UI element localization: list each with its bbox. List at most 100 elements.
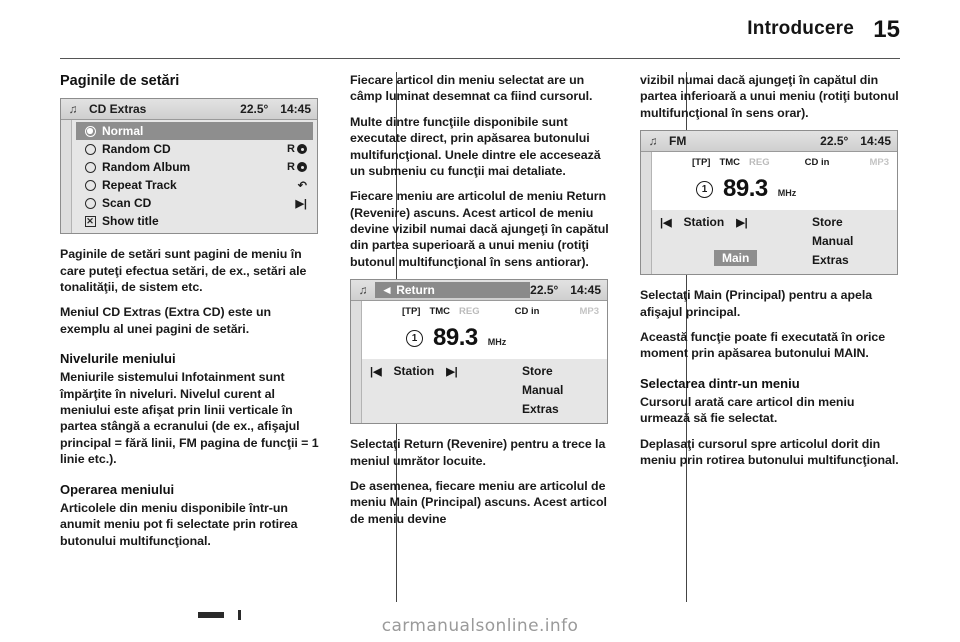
paragraph-visible-bottom: vizibil numai dacă ajungeţi în capătul d… <box>640 73 899 120</box>
menu-item-show-title[interactable]: ✕ Show title <box>76 212 313 230</box>
menu-item-label: Repeat Track <box>102 178 177 193</box>
menu-item-extras[interactable]: Extras <box>812 251 897 269</box>
right-column: vizibil numai dacă ajungeţi în capătul d… <box>640 72 900 602</box>
preset-number: 1 <box>406 329 423 347</box>
subheading-menu-selection: Selectarea dintr-un meniu <box>640 375 800 391</box>
status-cd-in: CD in <box>514 306 540 318</box>
radio-menu-right: Store Manual Extras <box>812 213 897 269</box>
disc-icon <box>297 162 307 173</box>
frequency-value: 89.3 <box>723 175 768 203</box>
paragraph-return-item-3: Fiecare meniu are articolul de meniu Ret… <box>350 189 609 269</box>
cd-extras-menu-list: Normal Random CD R Random Album R Repeat… <box>72 120 317 233</box>
display-titlebar: ♫ FM 22.5° 14:45 <box>641 131 897 153</box>
menu-item-random-cd[interactable]: Random CD R <box>76 140 313 158</box>
display-clock: 14:45 <box>860 134 891 149</box>
status-mp3: MP3 <box>579 306 599 318</box>
section-heading-settings-pages: Paginile de setări <box>60 73 180 89</box>
menu-item-repeat-track[interactable]: Repeat Track ↶ <box>76 176 313 194</box>
status-tp: [TP] <box>692 157 711 169</box>
paragraph-main-button: Această funcţie poate fi executată în or… <box>640 329 886 361</box>
menu-item-label: Scan CD <box>102 196 152 211</box>
paragraph-menu-levels-1: Meniurile sistemului Infotainment sunt î… <box>60 370 319 467</box>
status-tmc: TMC <box>429 306 451 318</box>
display-body: [TP] TMC REG CD in MP3 1 89.3 MHz |◀ Sta… <box>641 152 897 275</box>
status-tp: [TP] <box>402 306 421 318</box>
radio-frequency-row: 1 89.3 MHz <box>362 319 607 360</box>
header-divider <box>60 58 900 59</box>
menu-item-manual[interactable]: Manual <box>522 381 607 399</box>
checkbox-icon: ✕ <box>84 215 96 227</box>
main-button-wrap: Main <box>714 249 758 267</box>
radio-button-icon <box>80 143 100 155</box>
menu-item-scan-cd[interactable]: Scan CD ▶| <box>76 194 313 212</box>
paragraph-settings-pages-2: Meniul CD Extras (Extra CD) este un exem… <box>60 305 272 336</box>
menu-item-store[interactable]: Store <box>522 362 607 380</box>
preset-number: 1 <box>696 180 713 198</box>
menu-item-random-album[interactable]: Random Album R <box>76 158 313 176</box>
subheading-menu-operation: Operarea meniului <box>60 481 175 497</box>
skip-forward-icon[interactable]: ▶| <box>446 365 458 378</box>
display-body: [TP] TMC REG CD in MP3 1 89.3 MHz |◀ Sta… <box>351 301 607 424</box>
menu-item-label: Show title <box>102 214 159 229</box>
status-tmc: TMC <box>719 157 741 169</box>
menu-item-label: Random CD <box>102 142 171 157</box>
display-temperature: 22.5° <box>240 102 269 117</box>
menu-item-label: Normal <box>102 124 144 139</box>
radio-menu-right: Store Manual Extras <box>522 362 607 418</box>
station-tuner-row: |◀ Station ▶| <box>660 213 812 231</box>
left-column: Paginile de setări ♫ CD Extras 22.5° 14:… <box>60 72 320 602</box>
skip-back-icon[interactable]: |◀ <box>660 216 672 229</box>
paragraph-cursor-shows: Cursorul arată care articol din meniu ur… <box>640 394 855 426</box>
music-note-icon: ♫ <box>648 134 658 149</box>
paragraph-select-return: Selectaţi Return (Revenire) pentru a tre… <box>350 437 606 468</box>
frequency-unit: MHz <box>487 337 507 348</box>
skip-forward-icon[interactable]: ▶| <box>736 216 748 229</box>
radio-controls-left: |◀ Station ▶| Main <box>652 213 812 269</box>
radio-button-selected-icon <box>80 125 100 137</box>
radio-controls: |◀ Station ▶| Main Store Manual Extras <box>652 210 897 275</box>
display-title: CD Extras <box>89 102 147 117</box>
radio-frequency-row: 1 89.3 MHz <box>652 170 897 211</box>
menu-item-manual[interactable]: Manual <box>812 232 897 250</box>
music-note-icon: ♫ <box>68 102 78 117</box>
page-number: 15 <box>873 16 900 43</box>
station-tuner-row: |◀ Station ▶| <box>370 362 522 380</box>
radio-controls: |◀ Station ▶| Store Manual Extras <box>362 359 607 424</box>
paragraph-cursor-1: Fiecare articol din meniu selectat are u… <box>350 73 593 104</box>
paragraph-main-item: De asemenea, fiecare meniu are articolul… <box>350 478 607 526</box>
page-title: Introducere <box>747 18 854 39</box>
random-letter: R <box>287 143 295 156</box>
infotainment-display-fm-return: ♫ ◄ Return 22.5° 14:45 [TP] TMC REG CD i… <box>350 279 608 425</box>
disc-icon <box>297 144 307 155</box>
subheading-menu-levels: Nivelurile meniului <box>60 351 176 366</box>
footer-watermark: carmanualsonline.info <box>381 616 579 636</box>
infotainment-display-cd-extras: ♫ CD Extras 22.5° 14:45 Normal Random CD… <box>60 98 318 235</box>
infotainment-display-fm-main: ♫ FM 22.5° 14:45 [TP] TMC REG CD in MP3 <box>640 130 898 276</box>
menu-item-label: Random Album <box>102 160 191 175</box>
menu-level-indicator <box>641 152 652 275</box>
display-body: Normal Random CD R Random Album R Repeat… <box>61 120 317 234</box>
paragraph-settings-pages-1: Paginile de setări sunt pagini de meniu … <box>60 247 307 294</box>
menu-item-store[interactable]: Store <box>812 213 897 231</box>
menu-item-extras[interactable]: Extras <box>522 400 607 418</box>
display-title-return-selected[interactable]: ◄ Return <box>375 282 531 299</box>
page-header: Introducere 15 <box>60 16 900 60</box>
station-label: Station <box>393 364 435 379</box>
station-label: Station <box>683 215 725 230</box>
menu-item-normal[interactable]: Normal <box>76 122 313 141</box>
random-letter: R <box>287 161 295 174</box>
status-mp3: MP3 <box>869 157 889 169</box>
frequency-unit: MHz <box>777 188 797 199</box>
status-reg: REG <box>749 157 770 169</box>
display-content: [TP] TMC REG CD in MP3 1 89.3 MHz |◀ Sta… <box>652 152 897 275</box>
display-clock: 14:45 <box>570 283 601 298</box>
content-columns: Paginile de setări ♫ CD Extras 22.5° 14:… <box>60 72 900 602</box>
skip-forward-icon: ▶| <box>295 197 307 210</box>
radio-button-icon <box>80 161 100 173</box>
menu-item-indicator: R <box>287 143 309 155</box>
menu-item-main-selected[interactable]: Main <box>714 250 758 267</box>
menu-level-indicator <box>351 301 362 424</box>
radio-button-icon <box>80 179 100 191</box>
skip-back-icon[interactable]: |◀ <box>370 365 382 378</box>
display-title: FM <box>669 134 687 149</box>
